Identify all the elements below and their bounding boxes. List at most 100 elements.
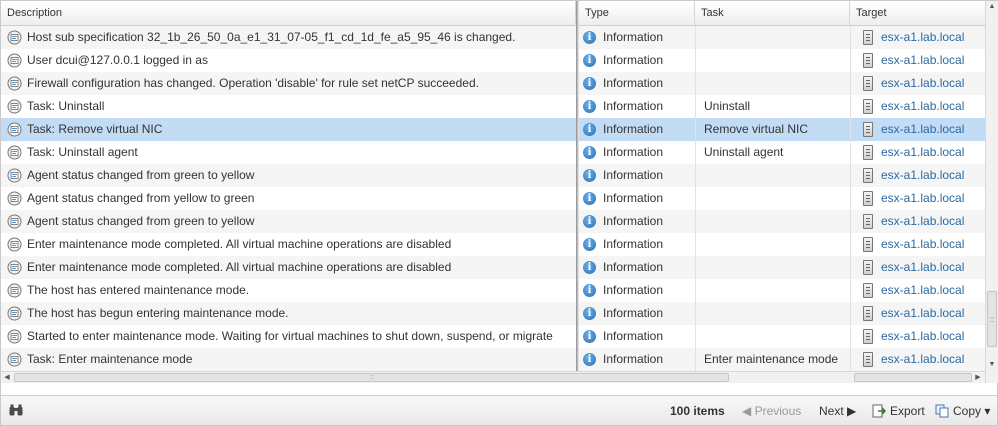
- table-row[interactable]: Started to enter maintenance mode. Waiti…: [1, 325, 985, 348]
- description-text: Enter maintenance mode completed. All vi…: [27, 237, 452, 251]
- target-link[interactable]: esx-a1.lab.local: [881, 191, 964, 205]
- info-icon: i: [583, 100, 596, 113]
- target-cell[interactable]: esx-a1.lab.local: [850, 118, 985, 141]
- next-page-button[interactable]: Next ▶: [819, 396, 856, 426]
- previous-page-button[interactable]: ◀ Previous: [742, 396, 801, 426]
- type-text: Information: [603, 122, 664, 136]
- type-text: Information: [603, 214, 664, 228]
- type-cell: i Information: [579, 49, 695, 72]
- type-cell: i Information: [579, 325, 695, 348]
- target-link[interactable]: esx-a1.lab.local: [881, 329, 964, 343]
- description-text: Task: Enter maintenance mode: [27, 352, 193, 366]
- table-row[interactable]: The host has entered maintenance mode. i I…: [1, 279, 985, 302]
- table-row[interactable]: Agent status changed from yellow to gree…: [1, 187, 985, 210]
- target-link[interactable]: esx-a1.lab.local: [881, 237, 964, 251]
- type-text: Information: [603, 352, 664, 366]
- column-splitter[interactable]: [576, 1, 579, 383]
- horizontal-scroll-thumb-secondary[interactable]: [854, 373, 972, 382]
- type-text: Information: [603, 76, 664, 90]
- table-row[interactable]: Task: Uninstall i Information Uninstall esx-…: [1, 95, 985, 118]
- task-cell: Enter maintenance mode: [695, 348, 850, 371]
- horizontal-scrollbar[interactable]: ◀ :: ▶: [1, 371, 985, 383]
- type-text: Information: [603, 168, 664, 182]
- task-cell: [695, 49, 850, 72]
- target-cell[interactable]: esx-a1.lab.local: [850, 26, 985, 49]
- description-cell: Agent status changed from yellow to gree…: [1, 187, 576, 210]
- target-cell[interactable]: esx-a1.lab.local: [850, 302, 985, 325]
- target-link[interactable]: esx-a1.lab.local: [881, 168, 964, 182]
- target-link[interactable]: esx-a1.lab.local: [881, 99, 964, 113]
- scroll-down-icon[interactable]: ▼: [986, 359, 998, 371]
- host-icon: [863, 191, 873, 206]
- vertical-scrollbar[interactable]: ▲ :: ▼: [985, 1, 998, 383]
- target-cell[interactable]: esx-a1.lab.local: [850, 187, 985, 210]
- description-cell: The host has begun entering maintenance …: [1, 302, 576, 325]
- description-text: Task: Remove virtual NIC: [27, 122, 163, 136]
- table-row[interactable]: Task: Remove virtual NIC i Information Remo…: [1, 118, 985, 141]
- scroll-up-icon[interactable]: ▲: [986, 1, 998, 13]
- description-text: The host has begun entering maintenance …: [27, 306, 289, 320]
- description-cell: Task: Uninstall agent: [1, 141, 576, 164]
- target-link[interactable]: esx-a1.lab.local: [881, 30, 964, 44]
- host-icon: [863, 76, 873, 91]
- export-button[interactable]: Export: [872, 396, 925, 426]
- target-link[interactable]: esx-a1.lab.local: [881, 76, 964, 90]
- table-row[interactable]: Enter maintenance mode completed. All vi…: [1, 256, 985, 279]
- target-link[interactable]: esx-a1.lab.local: [881, 145, 964, 159]
- target-cell[interactable]: esx-a1.lab.local: [850, 164, 985, 187]
- table-row[interactable]: The host has begun entering maintenance …: [1, 302, 985, 325]
- scroll-left-icon[interactable]: ◀: [1, 372, 13, 383]
- column-header-description[interactable]: Description: [1, 1, 576, 26]
- table-row[interactable]: Agent status changed from green to yello…: [1, 164, 985, 187]
- type-text: Information: [603, 191, 664, 205]
- target-cell[interactable]: esx-a1.lab.local: [850, 279, 985, 302]
- column-header-target[interactable]: Target: [850, 1, 985, 26]
- info-icon: i: [583, 330, 596, 343]
- target-cell[interactable]: esx-a1.lab.local: [850, 72, 985, 95]
- info-icon: i: [583, 192, 596, 205]
- info-icon: i: [583, 261, 596, 274]
- description-cell: Enter maintenance mode completed. All vi…: [1, 256, 576, 279]
- table-row[interactable]: User dcui@127.0.0.1 logged in as i Informa…: [1, 49, 985, 72]
- target-link[interactable]: esx-a1.lab.local: [881, 53, 964, 67]
- type-text: Information: [603, 237, 664, 251]
- target-link[interactable]: esx-a1.lab.local: [881, 283, 964, 297]
- target-link[interactable]: esx-a1.lab.local: [881, 122, 964, 136]
- description-cell: Task: Remove virtual NIC: [1, 118, 576, 141]
- target-cell[interactable]: esx-a1.lab.local: [850, 49, 985, 72]
- target-cell[interactable]: esx-a1.lab.local: [850, 348, 985, 371]
- target-link[interactable]: esx-a1.lab.local: [881, 214, 964, 228]
- target-cell[interactable]: esx-a1.lab.local: [850, 256, 985, 279]
- target-link[interactable]: esx-a1.lab.local: [881, 306, 964, 320]
- table-row[interactable]: Enter maintenance mode completed. All vi…: [1, 233, 985, 256]
- copy-button[interactable]: Copy ▾: [935, 396, 990, 426]
- target-cell[interactable]: esx-a1.lab.local: [850, 141, 985, 164]
- info-icon: i: [583, 54, 596, 67]
- target-cell[interactable]: esx-a1.lab.local: [850, 233, 985, 256]
- description-text: Enter maintenance mode completed. All vi…: [27, 260, 452, 274]
- table-row[interactable]: Firewall configuration has changed. Oper…: [1, 72, 985, 95]
- event-icon: [7, 352, 22, 367]
- info-icon: i: [583, 284, 596, 297]
- vertical-scroll-thumb[interactable]: ::: [987, 291, 997, 347]
- event-icon: [7, 283, 22, 298]
- target-link[interactable]: esx-a1.lab.local: [881, 352, 964, 366]
- target-cell[interactable]: esx-a1.lab.local: [850, 95, 985, 118]
- table-row[interactable]: Agent status changed from green to yello…: [1, 210, 985, 233]
- type-cell: i Information: [579, 118, 695, 141]
- info-icon: i: [583, 77, 596, 90]
- target-cell[interactable]: esx-a1.lab.local: [850, 210, 985, 233]
- target-link[interactable]: esx-a1.lab.local: [881, 260, 964, 274]
- horizontal-scroll-thumb[interactable]: ::: [14, 373, 729, 382]
- table-row[interactable]: Task: Enter maintenance mode i Information…: [1, 348, 985, 371]
- binoculars-icon[interactable]: [9, 404, 23, 416]
- description-cell: User dcui@127.0.0.1 logged in as: [1, 49, 576, 72]
- column-header-task[interactable]: Task: [695, 1, 850, 26]
- task-cell: [695, 302, 850, 325]
- previous-label: Previous: [754, 404, 802, 418]
- table-row[interactable]: Host sub specification 32_1b_26_50_0a_e1…: [1, 26, 985, 49]
- target-cell[interactable]: esx-a1.lab.local: [850, 325, 985, 348]
- table-row[interactable]: Task: Uninstall agent i Information Uninsta…: [1, 141, 985, 164]
- scroll-right-icon[interactable]: ▶: [972, 372, 984, 383]
- column-header-type[interactable]: Type: [579, 1, 695, 26]
